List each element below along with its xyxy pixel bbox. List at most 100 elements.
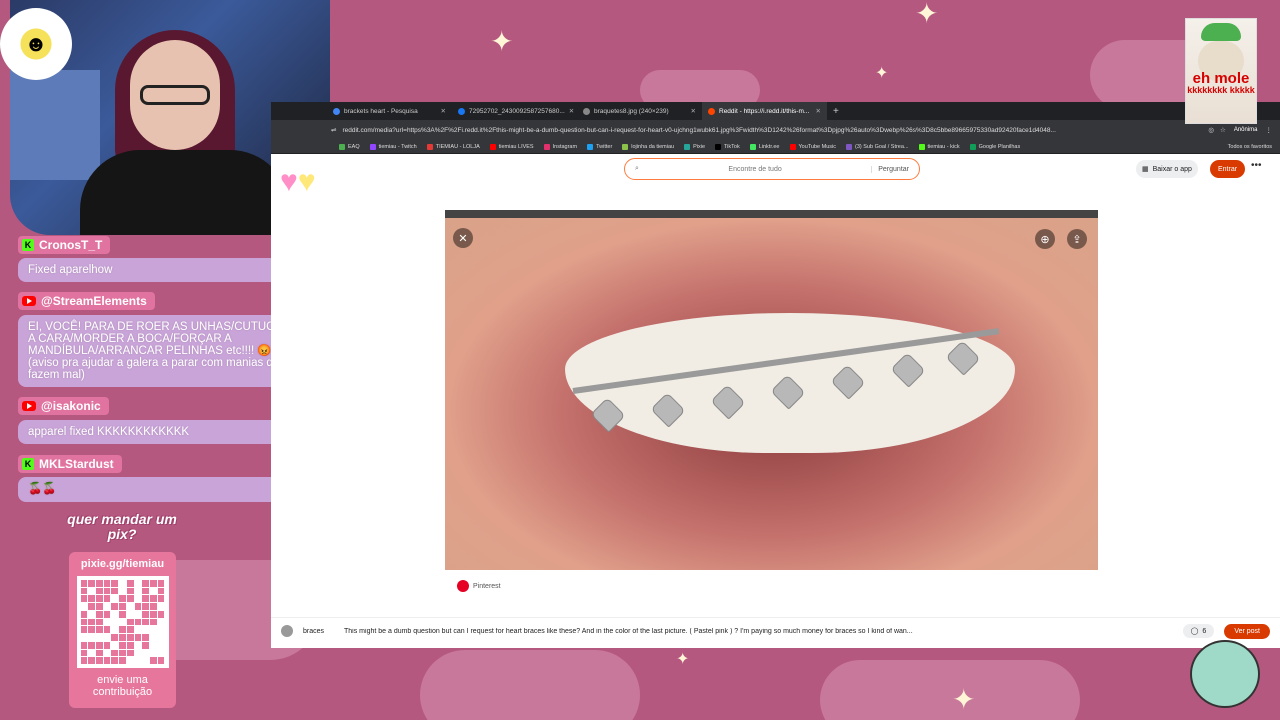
qr-module xyxy=(88,603,95,610)
bookmark-item[interactable]: EAQ xyxy=(339,143,360,150)
url-text[interactable]: reddit.com/media?url=https%3A%2F%2Fi.red… xyxy=(342,127,1202,134)
all-bookmarks-link[interactable]: Todos os favoritos xyxy=(1228,144,1280,150)
youtube-icon xyxy=(22,296,36,307)
bookmark-item[interactable]: tiemiau LIVES xyxy=(489,143,534,150)
source-text: Pinterest xyxy=(473,582,501,590)
incognito-label[interactable]: Anônima xyxy=(1234,127,1258,133)
qr-module xyxy=(95,641,103,649)
qr-module xyxy=(88,595,95,603)
qr-module xyxy=(126,580,134,587)
qr-module xyxy=(119,649,126,657)
bookmark-item[interactable]: Twitter xyxy=(587,143,612,150)
star-icon: ✦ xyxy=(952,684,976,715)
ask-button[interactable]: Perguntar xyxy=(871,165,909,173)
bookmark-icon xyxy=(426,143,433,150)
qr-module xyxy=(111,587,119,595)
qr-module xyxy=(119,587,126,595)
bookmark-item[interactable]: TIEMIAU - LOLJA xyxy=(426,143,480,150)
chat-message: 🍒🍒 xyxy=(18,477,308,502)
qr-module xyxy=(103,595,111,603)
get-app-button[interactable]: ▦ Baixar o app xyxy=(1136,160,1198,178)
tab-favicon xyxy=(333,107,340,115)
bookmark-icon xyxy=(622,143,629,150)
meme-overlay: eh mole kkkkkkkk kkkkk xyxy=(1185,18,1257,124)
qr-module xyxy=(119,626,126,634)
qr-module xyxy=(80,657,88,664)
close-icon[interactable]: ✕ xyxy=(441,107,446,115)
login-button[interactable]: Entrar xyxy=(1210,160,1246,178)
webcam-shirt xyxy=(80,150,290,235)
qr-module xyxy=(103,603,111,610)
comments-button[interactable]: ◯ 6 xyxy=(1182,624,1215,638)
bookmark-item[interactable]: tiemiau - Twitch xyxy=(369,143,417,150)
qr-module xyxy=(119,657,126,664)
more-options-icon[interactable]: ••• xyxy=(1251,160,1262,171)
qr-module xyxy=(157,603,165,610)
qr-module xyxy=(126,587,134,595)
qr-module xyxy=(157,610,165,618)
share-icon[interactable]: ⇪ xyxy=(1067,229,1087,249)
zoom-icon[interactable]: ⊕ xyxy=(1035,229,1055,249)
bookmark-item[interactable]: YouTube Music xyxy=(789,143,836,150)
qr-module xyxy=(119,634,126,641)
qr-module xyxy=(134,610,142,618)
browser-tab[interactable]: brackets heart - Pesquisa ✕ xyxy=(327,102,452,120)
view-post-button[interactable]: Ver post xyxy=(1224,623,1270,639)
bookmark-icon xyxy=(339,143,345,150)
new-tab-icon[interactable]: + xyxy=(827,106,839,117)
browser-tab[interactable]: 72952702_2430092587257680... ✕ xyxy=(452,102,577,120)
qr-module xyxy=(126,595,134,603)
flower-icon: ☻ xyxy=(0,8,72,80)
post-title[interactable]: This might be a dumb question but can I … xyxy=(344,628,1173,635)
subreddit-name[interactable]: braces xyxy=(303,628,324,635)
bookmark-item[interactable]: Instagram xyxy=(543,143,577,150)
browser-tab-active[interactable]: Reddit - https://i.redd.it/this-m... ✕ xyxy=(702,102,827,120)
comment-count: 6 xyxy=(1202,627,1207,635)
qr-module xyxy=(111,618,119,626)
qr-module xyxy=(88,610,95,618)
subreddit-icon[interactable] xyxy=(281,625,293,637)
bookmark-icon xyxy=(684,143,691,150)
site-info-icon[interactable]: ⇌ xyxy=(331,126,336,134)
menu-icon[interactable]: ⋮ xyxy=(1266,126,1273,134)
qr-module xyxy=(142,641,150,649)
bookmark-label: TIEMIAU - LOLJA xyxy=(435,143,480,150)
qr-module xyxy=(103,580,111,587)
eye-off-icon[interactable]: ◎ xyxy=(1208,126,1214,134)
close-icon[interactable]: ✕ xyxy=(453,228,473,248)
qr-module xyxy=(111,626,119,634)
qr-module xyxy=(126,641,134,649)
bookmark-item[interactable]: TikTok xyxy=(715,143,740,150)
qr-module xyxy=(142,649,150,657)
close-icon[interactable]: ✕ xyxy=(569,107,574,115)
address-bar[interactable]: ⇌ reddit.com/media?url=https%3A%2F%2Fi.r… xyxy=(271,120,1280,140)
browser-window: brackets heart - Pesquisa ✕ 72952702_243… xyxy=(271,102,1280,648)
qr-module xyxy=(95,649,103,657)
qr-module xyxy=(95,603,103,610)
bookmark-item[interactable]: tiemiau - kick xyxy=(918,143,960,150)
qr-module xyxy=(126,634,134,641)
bookmark-item[interactable]: lojinha da tiemiau xyxy=(622,143,674,150)
bookmark-icon xyxy=(789,143,796,150)
star-bookmark-icon[interactable]: ☆ xyxy=(1220,126,1226,134)
qr-module xyxy=(95,657,103,664)
qr-module xyxy=(103,641,111,649)
bookmark-icon xyxy=(543,143,550,150)
bookmark-icon xyxy=(369,143,376,150)
browser-tab[interactable]: braquetes8.jpg (240×239) ✕ xyxy=(577,102,702,120)
bookmark-item[interactable]: (3) Sub Goal / Strea... xyxy=(846,143,909,150)
tab-label: brackets heart - Pesquisa xyxy=(344,107,418,115)
bookmark-icon xyxy=(489,143,496,150)
bookmark-item[interactable]: Pixie xyxy=(684,143,705,150)
bookmark-item[interactable]: Google Planilhas xyxy=(969,143,1020,150)
qr-module xyxy=(126,626,134,634)
qr-module xyxy=(157,641,165,649)
qr-module xyxy=(134,595,142,603)
close-icon[interactable]: ✕ xyxy=(691,107,696,115)
close-icon[interactable]: ✕ xyxy=(816,107,821,115)
meme-caption: eh mole xyxy=(1192,70,1250,87)
star-icon: ✦ xyxy=(915,0,939,29)
search-input[interactable]: ⌕ Encontre de tudo Perguntar xyxy=(624,158,920,180)
qr-module xyxy=(157,595,165,603)
bookmark-item[interactable]: Linktr.ee xyxy=(749,143,780,150)
